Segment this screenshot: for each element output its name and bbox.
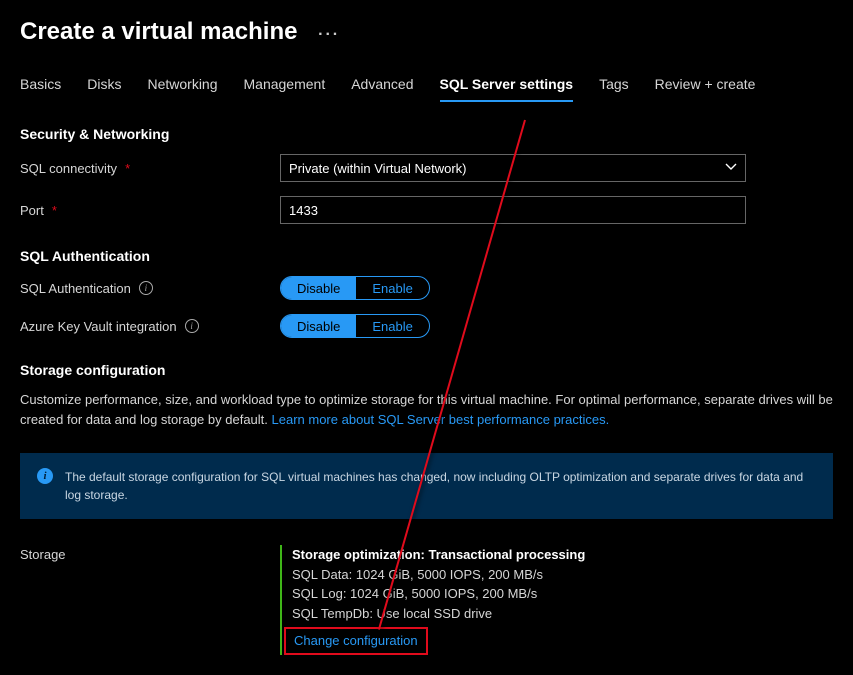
storage-label: Storage (20, 545, 280, 655)
tab-advanced[interactable]: Advanced (351, 76, 413, 102)
akv-toggle[interactable]: Disable Enable (280, 314, 430, 338)
info-icon[interactable]: i (185, 319, 199, 333)
change-configuration-link[interactable]: Change configuration (294, 633, 418, 648)
sql-connectivity-label: SQL connectivity (20, 161, 117, 176)
required-indicator: * (125, 161, 130, 176)
section-security-networking: Security & Networking (20, 126, 833, 142)
page-title: Create a virtual machine (20, 18, 297, 45)
tab-disks[interactable]: Disks (87, 76, 121, 102)
section-storage-configuration: Storage configuration (20, 362, 833, 378)
akv-enable[interactable]: Enable (356, 315, 428, 337)
tab-networking[interactable]: Networking (147, 76, 217, 102)
tab-tags[interactable]: Tags (599, 76, 629, 102)
storage-optimization-heading: Storage optimization: Transactional proc… (292, 545, 585, 565)
more-icon[interactable]: ··· (318, 26, 340, 43)
sql-auth-disable[interactable]: Disable (281, 277, 356, 299)
sql-auth-enable[interactable]: Enable (356, 277, 428, 299)
tab-review-create[interactable]: Review + create (655, 76, 756, 102)
sql-authentication-toggle[interactable]: Disable Enable (280, 276, 430, 300)
port-input[interactable] (280, 196, 746, 224)
akv-disable[interactable]: Disable (281, 315, 356, 337)
storage-line-log: SQL Log: 1024 GiB, 5000 IOPS, 200 MB/s (292, 584, 585, 604)
storage-line-tempdb: SQL TempDb: Use local SSD drive (292, 604, 585, 624)
tab-management[interactable]: Management (244, 76, 326, 102)
akv-label: Azure Key Vault integration (20, 319, 177, 334)
change-configuration-highlight: Change configuration (284, 627, 428, 655)
tabs-bar: Basics Disks Networking Management Advan… (0, 52, 853, 102)
required-indicator: * (52, 203, 57, 218)
port-label: Port (20, 203, 44, 218)
info-banner-text: The default storage configuration for SQ… (65, 468, 816, 504)
section-sql-authentication: SQL Authentication (20, 248, 833, 264)
info-icon[interactable]: i (139, 281, 153, 295)
storage-line-data: SQL Data: 1024 GiB, 5000 IOPS, 200 MB/s (292, 565, 585, 585)
chevron-down-icon (725, 161, 737, 176)
storage-description: Customize performance, size, and workloa… (20, 390, 833, 429)
tab-basics[interactable]: Basics (20, 76, 61, 102)
sql-authentication-label: SQL Authentication (20, 281, 131, 296)
storage-detail: Storage optimization: Transactional proc… (280, 545, 585, 655)
tab-sql-server-settings[interactable]: SQL Server settings (440, 76, 574, 102)
info-icon: i (37, 468, 53, 484)
sql-connectivity-value: Private (within Virtual Network) (289, 161, 466, 176)
